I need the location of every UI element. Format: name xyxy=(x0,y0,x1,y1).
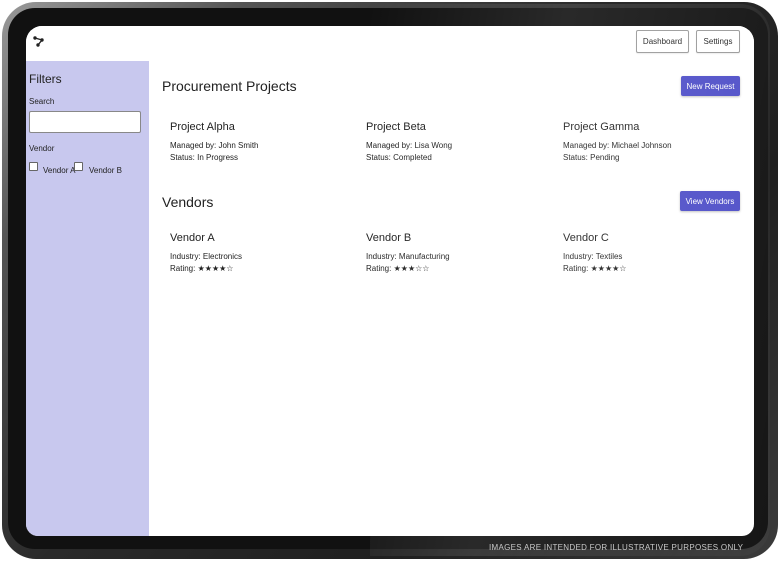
project-status: Status: Pending xyxy=(563,152,620,162)
project-status: Status: Completed xyxy=(366,152,432,162)
project-name: Project Gamma xyxy=(563,121,640,133)
view-vendors-button[interactable]: View Vendors xyxy=(680,191,740,211)
vendor-industry: Industry: Electronics xyxy=(170,252,243,261)
vendor-a-checkbox-label: Vendor A xyxy=(43,166,76,175)
filters-title: Filters xyxy=(29,72,62,86)
rating-label: Rating: xyxy=(170,263,196,273)
vendor-rating: Rating: ★★★☆☆ xyxy=(366,263,536,275)
vendors-section-title: Vendors xyxy=(162,194,214,210)
vendor-industry: Industry: Manufacturing xyxy=(366,252,450,261)
vendor-card[interactable]: Vendor B Industry: Manufacturing Rating:… xyxy=(366,232,536,274)
project-name: Project Beta xyxy=(366,121,426,133)
vendor-a-checkbox[interactable] xyxy=(29,162,38,171)
rating-stars: ★★★★☆ xyxy=(590,263,627,273)
project-manager: Managed by: Lisa Wong xyxy=(366,141,453,150)
new-request-button[interactable]: New Request xyxy=(681,76,740,96)
illustrative-watermark: IMAGES ARE INTENDED FOR ILLUSTRATIVE PUR… xyxy=(489,543,744,552)
project-card[interactable]: Project Alpha Managed by: John Smith Sta… xyxy=(170,121,340,163)
rating-label: Rating: xyxy=(366,263,392,273)
vendor-name: Vendor A xyxy=(170,232,215,244)
project-card[interactable]: Project Beta Managed by: Lisa Wong Statu… xyxy=(366,121,536,163)
vendor-rating: Rating: ★★★★☆ xyxy=(170,263,340,275)
rating-stars: ★★★☆☆ xyxy=(393,263,430,273)
dashboard-button[interactable]: Dashboard xyxy=(636,30,689,53)
vendor-filter-label: Vendor xyxy=(29,144,55,153)
vendor-rating: Rating: ★★★★☆ xyxy=(563,263,733,275)
project-manager: Managed by: John Smith xyxy=(170,141,259,150)
vendor-b-checkbox-label: Vendor B xyxy=(89,166,122,175)
project-name: Project Alpha xyxy=(170,121,235,133)
rating-label: Rating: xyxy=(563,263,589,273)
project-status: Status: In Progress xyxy=(170,152,239,162)
vendor-name: Vendor B xyxy=(366,232,412,244)
rating-stars: ★★★★☆ xyxy=(197,263,234,273)
vendor-b-checkbox[interactable] xyxy=(74,162,83,171)
app-screen: Dashboard Settings Filters Search Vendor… xyxy=(26,26,754,536)
network-nodes-icon[interactable] xyxy=(33,35,45,47)
search-input[interactable] xyxy=(29,111,141,133)
search-label: Search xyxy=(29,97,55,106)
vendor-card[interactable]: Vendor A Industry: Electronics Rating: ★… xyxy=(170,232,340,274)
top-bar: Dashboard Settings xyxy=(26,26,754,61)
vendor-industry: Industry: Textiles xyxy=(563,252,623,261)
vendor-card[interactable]: Vendor C Industry: Textiles Rating: ★★★★… xyxy=(563,232,733,274)
filters-sidebar: Filters Search Vendor Vendor A Vendor B xyxy=(26,61,149,536)
vendor-name: Vendor C xyxy=(563,232,609,244)
projects-section-title: Procurement Projects xyxy=(162,78,297,94)
project-card[interactable]: Project Gamma Managed by: Michael Johnso… xyxy=(563,121,733,163)
project-manager: Managed by: Michael Johnson xyxy=(563,141,672,150)
settings-button[interactable]: Settings xyxy=(696,30,740,53)
